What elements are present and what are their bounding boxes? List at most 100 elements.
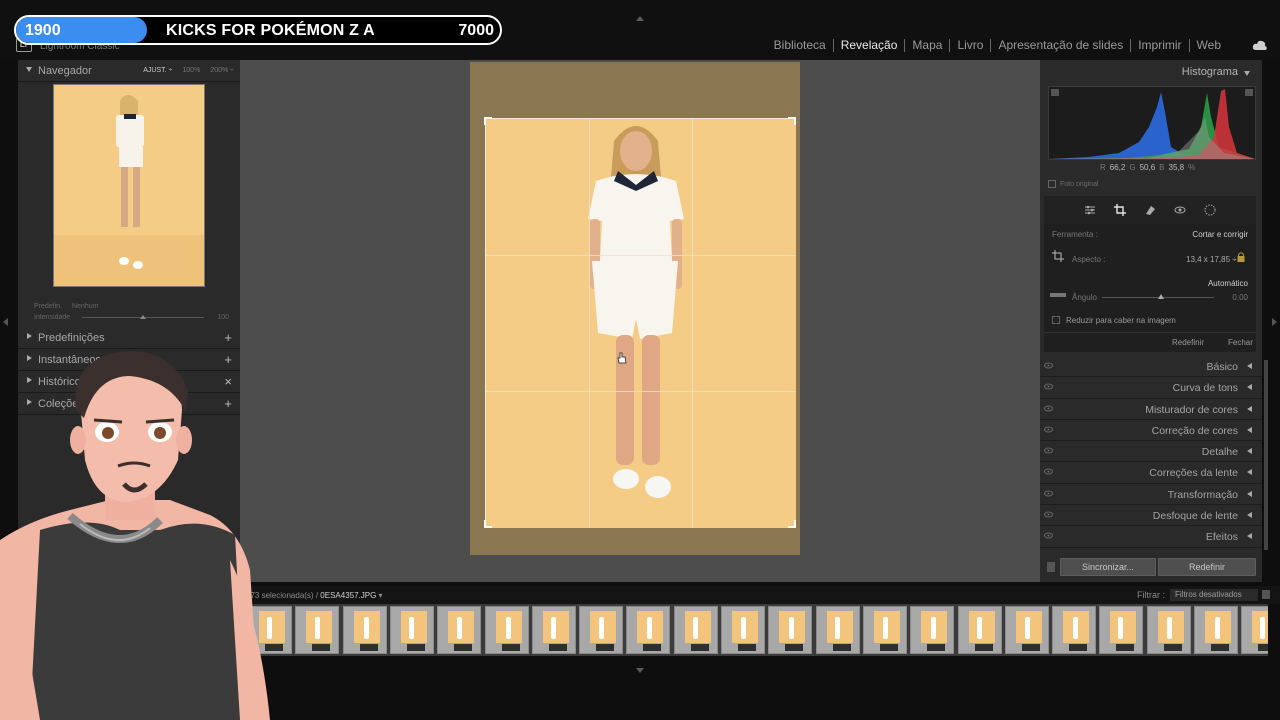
original-photo-toggle[interactable]: Foto original <box>1048 180 1099 188</box>
visibility-eye-icon[interactable] <box>1044 447 1053 454</box>
module-apresentacao[interactable]: Apresentação de slides <box>990 39 1130 52</box>
right-panel-toggle-icon[interactable] <box>1272 318 1277 326</box>
cloud-sync-icon[interactable] <box>1252 40 1268 52</box>
crop-close-button[interactable]: Fechar <box>1228 338 1253 347</box>
filmstrip-thumbnail[interactable] <box>484 606 529 654</box>
filmstrip-thumbnail[interactable] <box>815 606 860 654</box>
module-imprimir[interactable]: Imprimir <box>1130 39 1188 52</box>
filmstrip-thumbnail[interactable] <box>1004 606 1049 654</box>
filmstrip-thumbnail[interactable] <box>768 606 813 654</box>
crop-frame-icon[interactable] <box>1052 250 1064 262</box>
section-basico[interactable]: Básico <box>1040 356 1262 378</box>
goal-target-value: 7000 <box>458 22 494 39</box>
angle-slider-knob[interactable] <box>1158 294 1164 299</box>
auto-straighten-button[interactable]: Automático <box>1208 279 1248 288</box>
b-value: 35,8 <box>1168 163 1185 172</box>
sync-toggle-switch[interactable] <box>1047 562 1055 572</box>
filmstrip-thumbnail[interactable] <box>862 606 907 654</box>
section-misturador-de-cores[interactable]: Misturador de cores <box>1040 399 1262 420</box>
filmstrip-thumbnail[interactable] <box>721 606 765 654</box>
module-web[interactable]: Web <box>1188 39 1228 52</box>
sync-button[interactable]: Sincronizar... <box>1060 558 1156 576</box>
healing-brush-icon[interactable] <box>1144 204 1156 216</box>
crop-handle-top-right[interactable] <box>788 117 796 125</box>
visibility-eye-icon[interactable] <box>1044 405 1053 412</box>
histogram-header[interactable]: Histograma <box>1040 64 1262 82</box>
zoom-100[interactable]: 100% <box>182 67 200 74</box>
filmstrip-thumbnail[interactable] <box>1146 606 1191 654</box>
filmstrip-thumbnail[interactable] <box>531 606 576 654</box>
goal-title: KICKS FOR POKÉMON Z A <box>166 22 375 39</box>
visibility-eye-icon[interactable] <box>1044 426 1053 433</box>
top-panel-toggle-icon[interactable] <box>636 16 644 21</box>
module-biblioteca[interactable]: Biblioteca <box>767 39 833 52</box>
visibility-eye-icon[interactable] <box>1044 383 1053 390</box>
masking-icon[interactable] <box>1204 204 1216 216</box>
section-curva-de-tons[interactable]: Curva de tons <box>1040 377 1262 399</box>
filmstrip-thumbnail[interactable] <box>1052 606 1097 654</box>
filmstrip-thumbnail[interactable] <box>673 606 718 654</box>
filter-lock-icon[interactable] <box>1262 590 1270 599</box>
visibility-eye-icon[interactable] <box>1044 468 1053 475</box>
expand-triangle-icon <box>1247 512 1252 519</box>
section-transformacao[interactable]: Transformação <box>1040 484 1262 506</box>
filmstrip-thumbnail[interactable] <box>342 606 387 654</box>
thumbnail-figure <box>1024 617 1030 639</box>
section-detalhe[interactable]: Detalhe <box>1040 441 1262 463</box>
aspect-dropdown[interactable]: 13,4 x 17,85 ÷ <box>1186 255 1237 264</box>
zoom-fit[interactable]: AJUST. ÷ <box>143 67 172 74</box>
filmstrip-thumbnail[interactable] <box>626 606 671 654</box>
section-correcoes-da-lente[interactable]: Correções da lente <box>1040 462 1262 484</box>
thumbnail-badge-icon <box>974 644 993 651</box>
photo-canvas[interactable] <box>470 62 800 555</box>
navigator-header[interactable]: Navegador AJUST. ÷ 100% 200% ÷ <box>18 60 240 82</box>
bottom-panel-toggle-icon[interactable] <box>636 668 644 673</box>
filmstrip-thumbnail[interactable] <box>295 606 340 654</box>
filmstrip-thumbnail[interactable] <box>389 606 434 654</box>
filmstrip-thumbnail[interactable] <box>437 606 482 654</box>
angle-value[interactable]: 0,00 <box>1232 293 1248 302</box>
red-eye-icon[interactable] <box>1174 204 1186 216</box>
module-livro[interactable]: Livro <box>949 39 990 52</box>
section-efeitos[interactable]: Efeitos <box>1040 526 1262 548</box>
crop-handle-top-left[interactable] <box>484 117 492 125</box>
module-mapa[interactable]: Mapa <box>904 39 949 52</box>
thumbnail-badge-icon <box>596 644 615 651</box>
crop-handle-bottom-right[interactable] <box>788 520 796 528</box>
original-photo-checkbox[interactable] <box>1048 180 1056 188</box>
filmstrip-thumbnail[interactable] <box>957 606 1002 654</box>
section-desfoque-de-lente[interactable]: Desfoque de lente <box>1040 505 1262 527</box>
filmstrip-thumbnail[interactable] <box>579 606 624 654</box>
visibility-eye-icon[interactable] <box>1044 511 1053 518</box>
level-tool-icon[interactable] <box>1050 291 1066 299</box>
reset-button[interactable]: Redefinir <box>1158 558 1256 576</box>
crop-handle-bottom-left[interactable] <box>484 520 492 528</box>
crop-reset-button[interactable]: Redefinir <box>1172 338 1204 347</box>
crop-tool-icon[interactable] <box>1114 204 1126 216</box>
filmstrip-thumbnail[interactable] <box>1194 606 1238 654</box>
visibility-eye-icon[interactable] <box>1044 362 1053 369</box>
visibility-eye-icon[interactable] <box>1044 532 1053 539</box>
crop-overlay[interactable] <box>484 117 796 528</box>
left-panel-toggle-icon[interactable] <box>3 318 8 326</box>
filter-dropdown[interactable]: Filtros desativados <box>1170 589 1258 601</box>
histogram[interactable] <box>1048 86 1256 160</box>
aspect-lock-icon[interactable] <box>1236 251 1246 263</box>
amount-slider-knob[interactable] <box>140 315 146 319</box>
module-revelacao[interactable]: Revelação <box>832 39 905 52</box>
filmstrip-thumbnail[interactable] <box>1099 606 1144 654</box>
section-correcao-de-cores[interactable]: Correção de cores <box>1040 420 1262 442</box>
thumbnail-image <box>1252 611 1268 643</box>
thumbnail-badge-icon <box>312 644 331 651</box>
constrain-checkbox[interactable] <box>1052 316 1060 324</box>
visibility-eye-icon[interactable] <box>1044 490 1053 497</box>
adjust-sliders-icon[interactable] <box>1084 204 1096 216</box>
right-panel-scrollbar[interactable] <box>1264 360 1268 550</box>
preset-value[interactable]: Nenhum <box>72 303 98 310</box>
filmstrip-thumbnail[interactable] <box>910 606 955 654</box>
thumbnail-badge-icon <box>454 644 473 651</box>
zoom-200[interactable]: 200% ÷ <box>210 67 234 74</box>
filmstrip-thumbnail[interactable] <box>1241 606 1268 654</box>
tool-label: Ferramenta : <box>1052 230 1098 239</box>
navigator-preview[interactable] <box>53 84 205 287</box>
